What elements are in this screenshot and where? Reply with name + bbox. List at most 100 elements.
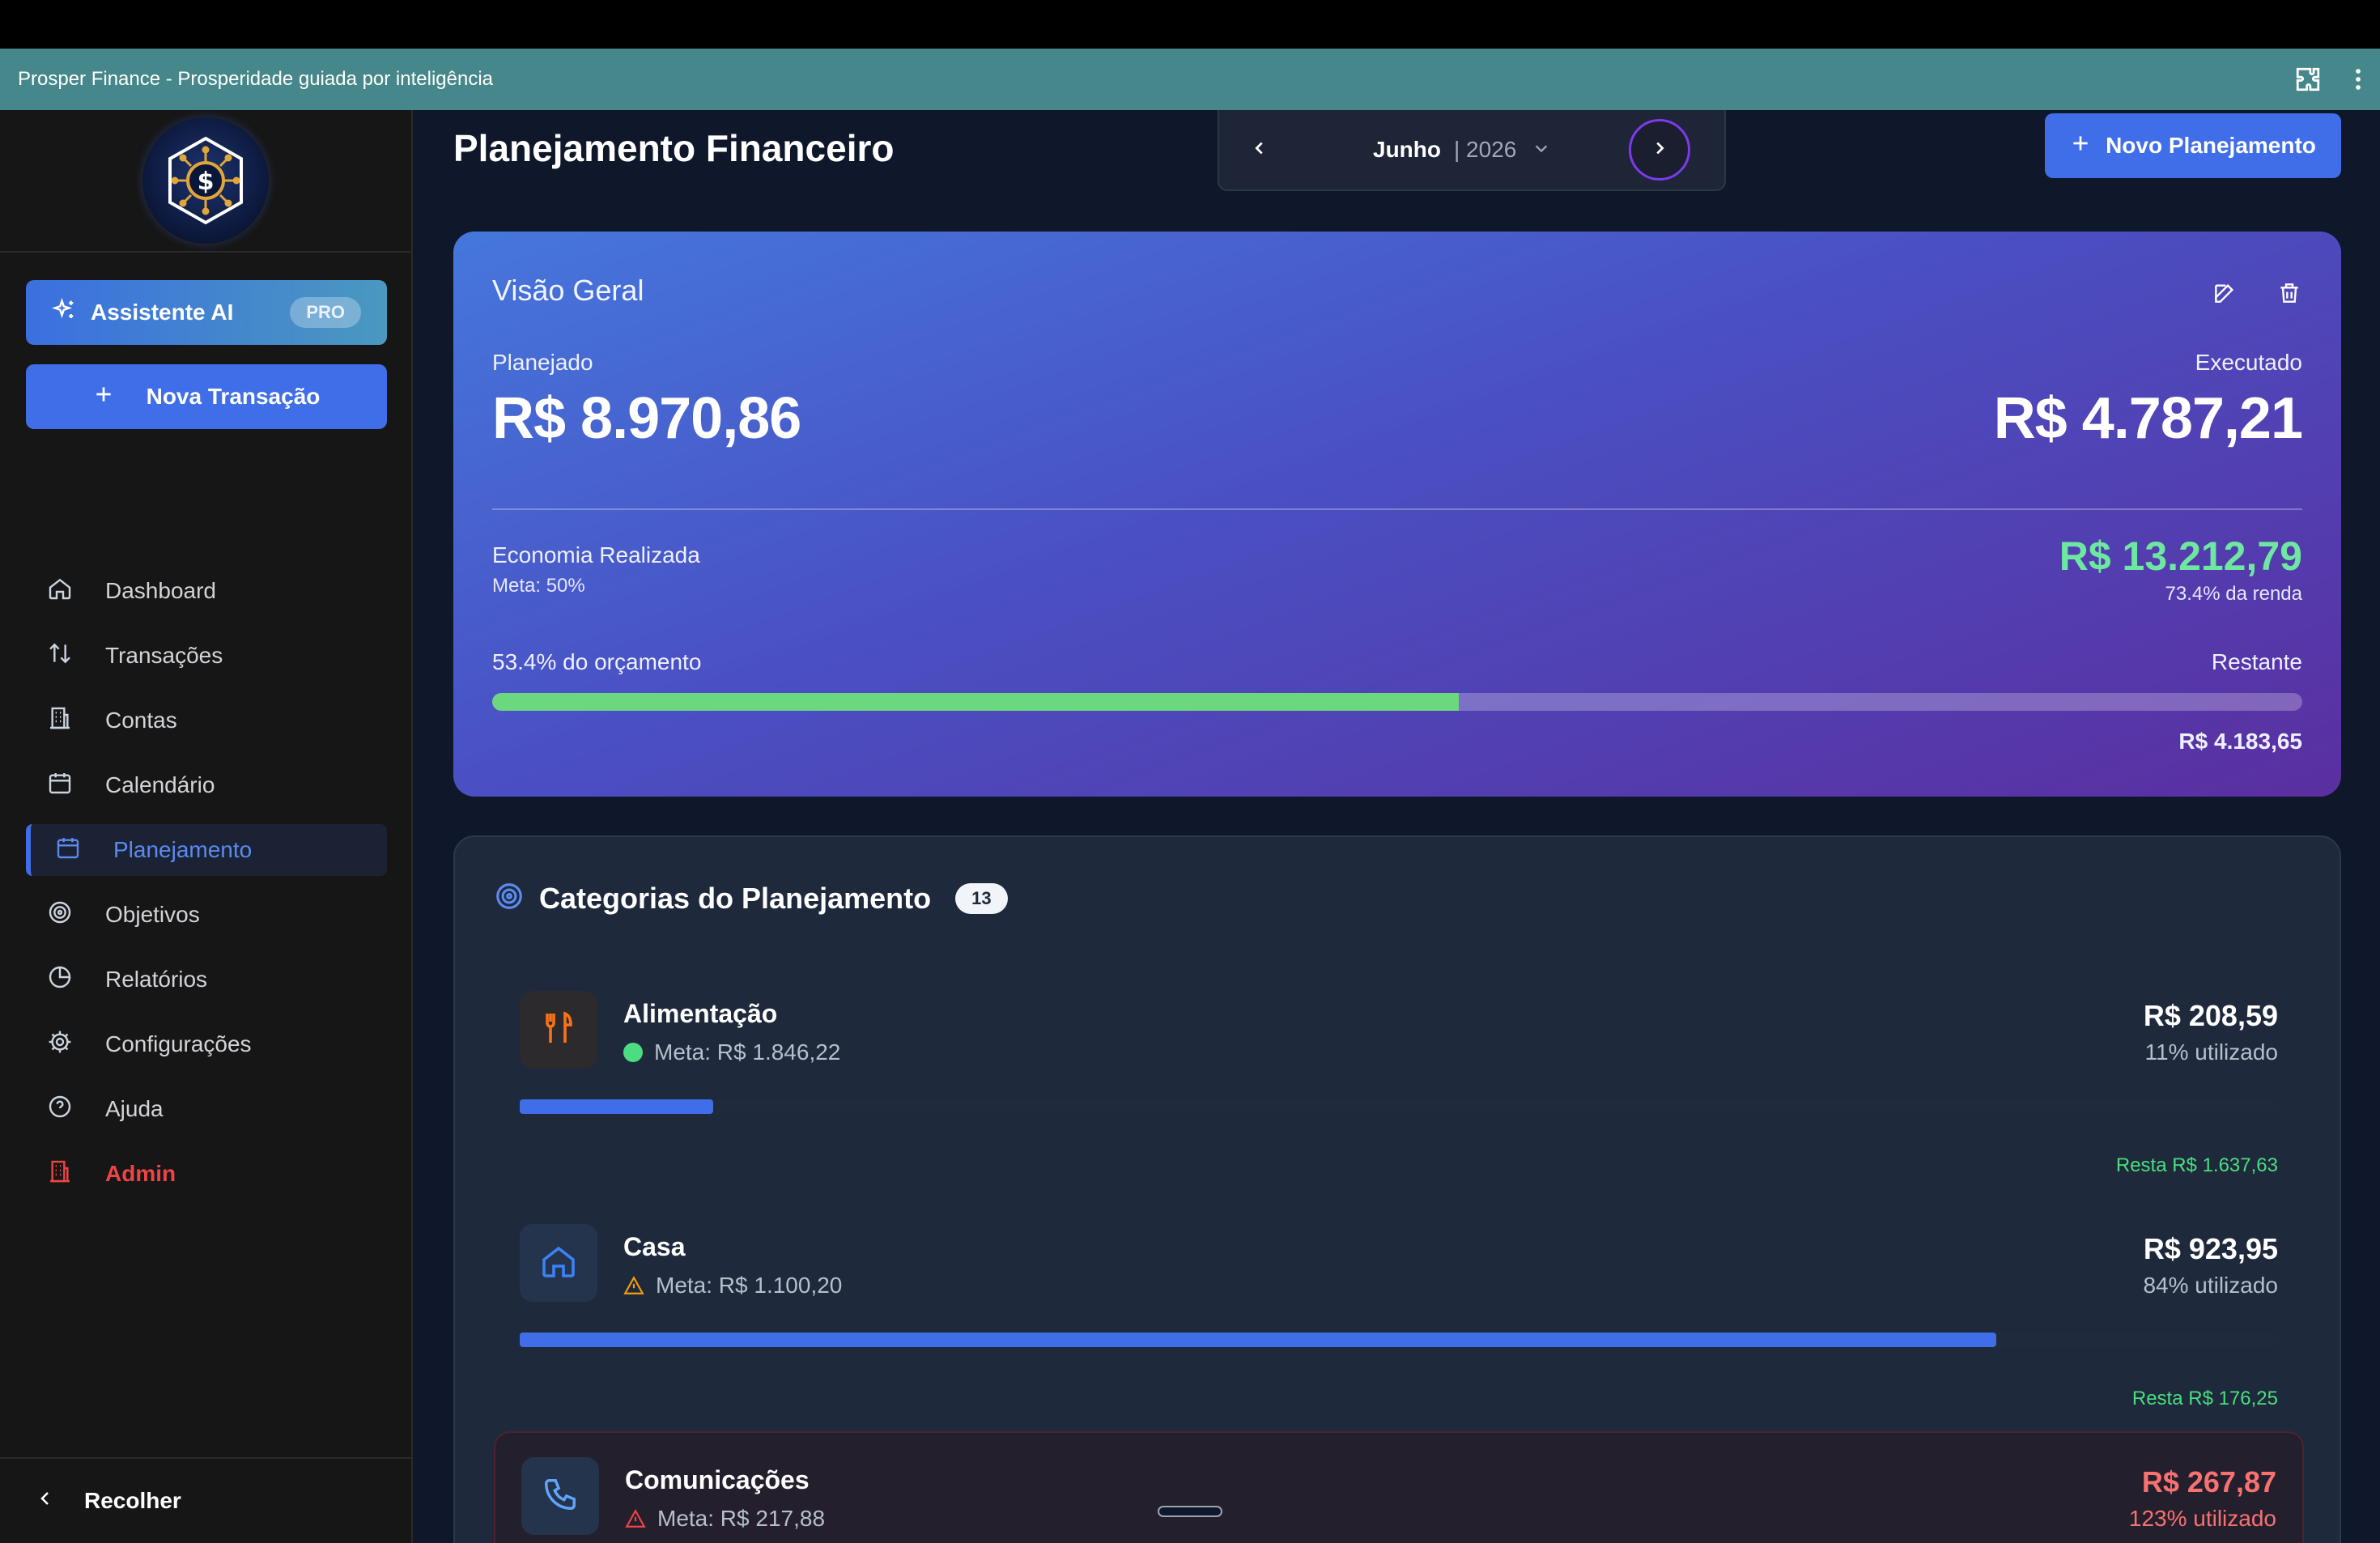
- previous-month-button[interactable]: [1243, 134, 1276, 166]
- planned-value: R$ 8.970,86: [492, 386, 801, 451]
- chevron-left-icon: [1251, 139, 1269, 161]
- category-icon-box: [520, 991, 597, 1069]
- category-icon-box: [521, 1457, 599, 1535]
- warning-icon: [625, 1508, 646, 1529]
- category-meta: Meta: R$ 1.846,22: [623, 1039, 840, 1065]
- sidebar-item-configuracoes[interactable]: Configurações: [26, 1012, 387, 1077]
- scroll-handle[interactable]: [1158, 1506, 1222, 1517]
- collapse-sidebar-button[interactable]: Recolher: [0, 1457, 411, 1543]
- next-month-button[interactable]: [1629, 119, 1690, 181]
- plus-icon: [2070, 133, 2091, 159]
- sidebar-item-planejamento[interactable]: Planejamento: [26, 824, 387, 876]
- executed-label: Executado: [2195, 350, 2302, 375]
- sidebar-item-admin[interactable]: Admin: [26, 1141, 387, 1206]
- sidebar-item-calendario[interactable]: Calendário: [26, 753, 387, 818]
- sidebar-item-label: Admin: [105, 1161, 176, 1186]
- sidebar-item-ajuda[interactable]: Ajuda: [26, 1077, 387, 1141]
- sidebar-item-transacoes[interactable]: Transações: [26, 623, 387, 688]
- app-logo[interactable]: $: [142, 117, 269, 244]
- sparkles-icon: [51, 297, 76, 328]
- sidebar-item-contas[interactable]: Contas: [26, 688, 387, 753]
- category-name: Alimentação: [623, 999, 778, 1028]
- category-remaining: Resta R$ 1.637,63: [2115, 1154, 2278, 1176]
- budget-pct-label: 53.4% do orçamento: [492, 649, 702, 674]
- category-remaining: Resta R$ 176,25: [2131, 1388, 2278, 1409]
- gear-icon: [47, 1029, 73, 1061]
- remaining-value: R$ 4.183,65: [2178, 729, 2302, 754]
- sidebar-item-label: Transações: [105, 643, 223, 668]
- app-title-bar: Prosper Finance - Prosperidade guiada po…: [0, 49, 2380, 110]
- warning-icon: [623, 1275, 644, 1296]
- new-plan-button[interactable]: Novo Planejamento: [2045, 113, 2341, 178]
- savings-income-pct: 73.4% da renda: [2165, 583, 2302, 605]
- calendar-icon: [55, 835, 81, 866]
- category-meta: Meta: R$ 217,88: [625, 1506, 825, 1532]
- home-icon: [47, 576, 73, 607]
- trash-icon[interactable]: [2276, 280, 2302, 310]
- sidebar-item-relatorios[interactable]: Relatórios: [26, 947, 387, 1012]
- help-circle-icon: [47, 1094, 73, 1125]
- category-progress-bar: [520, 1333, 2278, 1347]
- arrows-up-down-icon: [47, 640, 73, 672]
- category-item-casa[interactable]: Casa Meta: R$ 1.100,20 R$ 923,95 84% uti…: [494, 1200, 2304, 1409]
- page-title: Planejamento Financeiro: [453, 127, 895, 169]
- period-month: Junho: [1373, 137, 1441, 162]
- category-progress-fill: [520, 1099, 713, 1114]
- category-meta-text: Meta: R$ 1.100,20: [656, 1273, 843, 1298]
- new-plan-label: Novo Planejamento: [2106, 133, 2316, 158]
- ai-assistant-label: Assistente AI: [91, 300, 234, 325]
- sidebar: $ Assistente AI PRO Nova Transação Dashb…: [0, 110, 413, 1543]
- sidebar-item-label: Contas: [105, 708, 177, 733]
- status-dot-icon: [623, 1043, 643, 1062]
- category-item-comunicacoes[interactable]: Comunicações Meta: R$ 217,88 R$ 267,87 1…: [494, 1431, 2304, 1543]
- puzzle-icon[interactable]: [2294, 66, 2322, 93]
- category-progress-fill: [520, 1333, 1997, 1347]
- sidebar-item-label: Planejamento: [113, 837, 253, 862]
- category-name: Casa: [623, 1232, 686, 1261]
- sidebar-item-label: Dashboard: [105, 578, 216, 603]
- logo-area: $: [0, 110, 411, 253]
- savings-label: Economia Realizada: [492, 542, 700, 567]
- category-meta-text: Meta: R$ 1.846,22: [654, 1039, 841, 1065]
- period-year: | 2026: [1454, 137, 1517, 162]
- chevron-left-icon: [36, 1488, 55, 1514]
- category-name: Comunicações: [625, 1465, 810, 1494]
- collapse-label: Recolher: [84, 1488, 181, 1513]
- category-icon-box: [520, 1224, 597, 1302]
- svg-text:$: $: [198, 168, 215, 196]
- pro-badge: PRO: [290, 297, 361, 328]
- sidebar-nav: Dashboard Transações Contas Calendário P…: [26, 559, 387, 1206]
- chevron-right-icon: [1651, 139, 1668, 161]
- savings-goal: Meta: 50%: [492, 575, 585, 597]
- more-vertical-icon[interactable]: [2354, 67, 2362, 91]
- planned-label: Planejado: [492, 350, 593, 375]
- edit-icon[interactable]: [2212, 280, 2238, 310]
- ai-assistant-button[interactable]: Assistente AI PRO: [26, 280, 387, 345]
- categories-title: Categorias do Planejamento: [539, 881, 932, 915]
- sidebar-item-label: Relatórios: [105, 967, 208, 992]
- target-icon: [47, 899, 73, 931]
- main-content: Planejamento Financeiro Junho | 2026 Nov…: [414, 110, 2380, 1543]
- building-icon: [47, 705, 73, 737]
- executed-value: R$ 4.787,21: [1993, 386, 2303, 451]
- phone-icon: [542, 1476, 579, 1517]
- overview-divider: [492, 508, 2302, 510]
- overview-title: Visão Geral: [492, 274, 644, 307]
- category-item-alimentacao[interactable]: Alimentação Meta: R$ 1.846,22 R$ 208,59 …: [494, 967, 2304, 1176]
- period-dropdown[interactable]: Junho | 2026: [1373, 137, 1550, 163]
- category-amount: R$ 923,95: [2143, 1232, 2278, 1265]
- overview-actions: [2212, 280, 2302, 310]
- budget-progress-fill: [492, 693, 1460, 711]
- fork-knife-icon: [539, 1009, 578, 1052]
- sidebar-item-label: Calendário: [105, 772, 215, 797]
- new-transaction-button[interactable]: Nova Transação: [26, 364, 387, 429]
- target-icon: [494, 881, 525, 916]
- house-icon: [539, 1242, 578, 1285]
- sidebar-item-dashboard[interactable]: Dashboard: [26, 559, 387, 623]
- sidebar-item-objetivos[interactable]: Objetivos: [26, 882, 387, 947]
- category-amount: R$ 208,59: [2143, 999, 2278, 1032]
- period-selector: Junho | 2026: [1218, 110, 1726, 191]
- category-amount: R$ 267,87: [2141, 1465, 2276, 1498]
- sidebar-item-label: Objetivos: [105, 902, 200, 927]
- calendar-icon: [47, 770, 73, 801]
